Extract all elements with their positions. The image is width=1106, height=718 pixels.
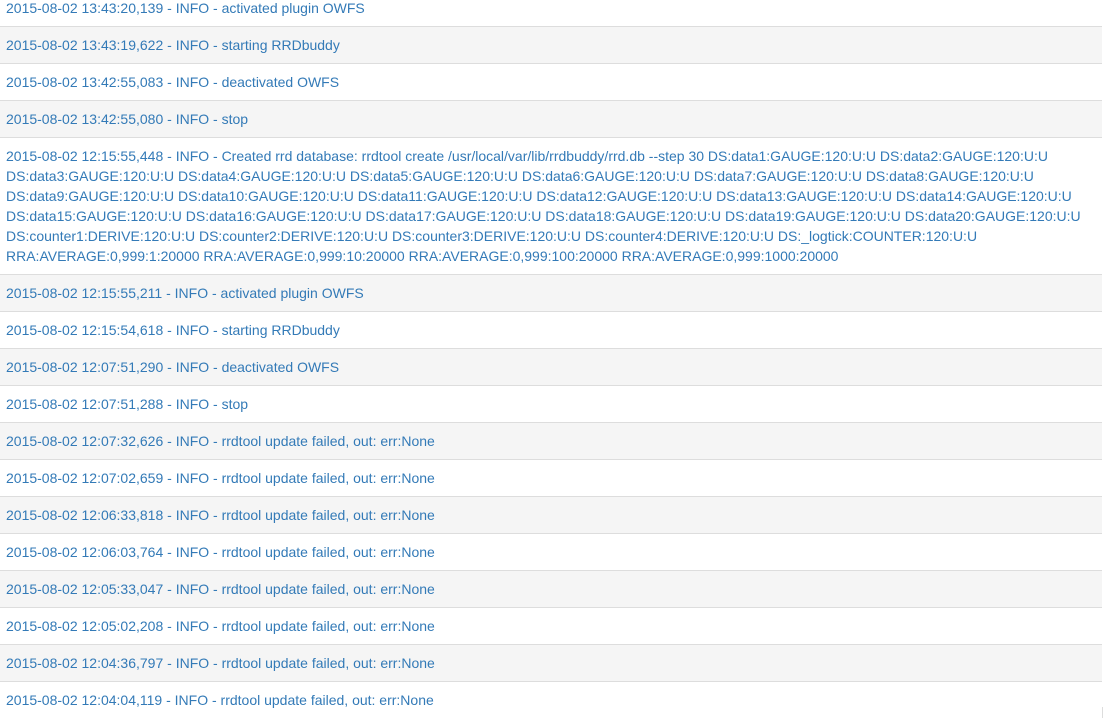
page-edge (1102, 0, 1106, 707)
log-entry: 2015-08-02 12:05:33,047 - INFO - rrdtool… (0, 570, 1102, 607)
log-entry: 2015-08-02 12:15:55,211 - INFO - activat… (0, 274, 1102, 311)
log-entry: 2015-08-02 13:43:20,139 - INFO - activat… (0, 0, 1102, 26)
log-entry: 2015-08-02 12:07:02,659 - INFO - rrdtool… (0, 459, 1102, 496)
log-entry: 2015-08-02 12:04:04,119 - INFO - rrdtool… (0, 681, 1102, 718)
log-entry: 2015-08-02 12:06:33,818 - INFO - rrdtool… (0, 496, 1102, 533)
log-entry: 2015-08-02 12:07:51,290 - INFO - deactiv… (0, 348, 1102, 385)
log-entry: 2015-08-02 12:04:36,797 - INFO - rrdtool… (0, 644, 1102, 681)
log-entry: 2015-08-02 13:42:55,080 - INFO - stop (0, 100, 1102, 137)
log-entry: 2015-08-02 13:43:19,622 - INFO - startin… (0, 26, 1102, 63)
log-entry: 2015-08-02 12:05:02,208 - INFO - rrdtool… (0, 607, 1102, 644)
log-list: 2015-08-02 13:43:20,139 - INFO - activat… (0, 0, 1103, 718)
log-entry: 2015-08-02 12:06:03,764 - INFO - rrdtool… (0, 533, 1102, 570)
log-entry: 2015-08-02 12:07:51,288 - INFO - stop (0, 385, 1102, 422)
log-entry: 2015-08-02 12:15:55,448 - INFO - Created… (0, 137, 1102, 274)
log-entry: 2015-08-02 12:15:54,618 - INFO - startin… (0, 311, 1102, 348)
log-entry: 2015-08-02 12:07:32,626 - INFO - rrdtool… (0, 422, 1102, 459)
log-entry: 2015-08-02 13:42:55,083 - INFO - deactiv… (0, 63, 1102, 100)
